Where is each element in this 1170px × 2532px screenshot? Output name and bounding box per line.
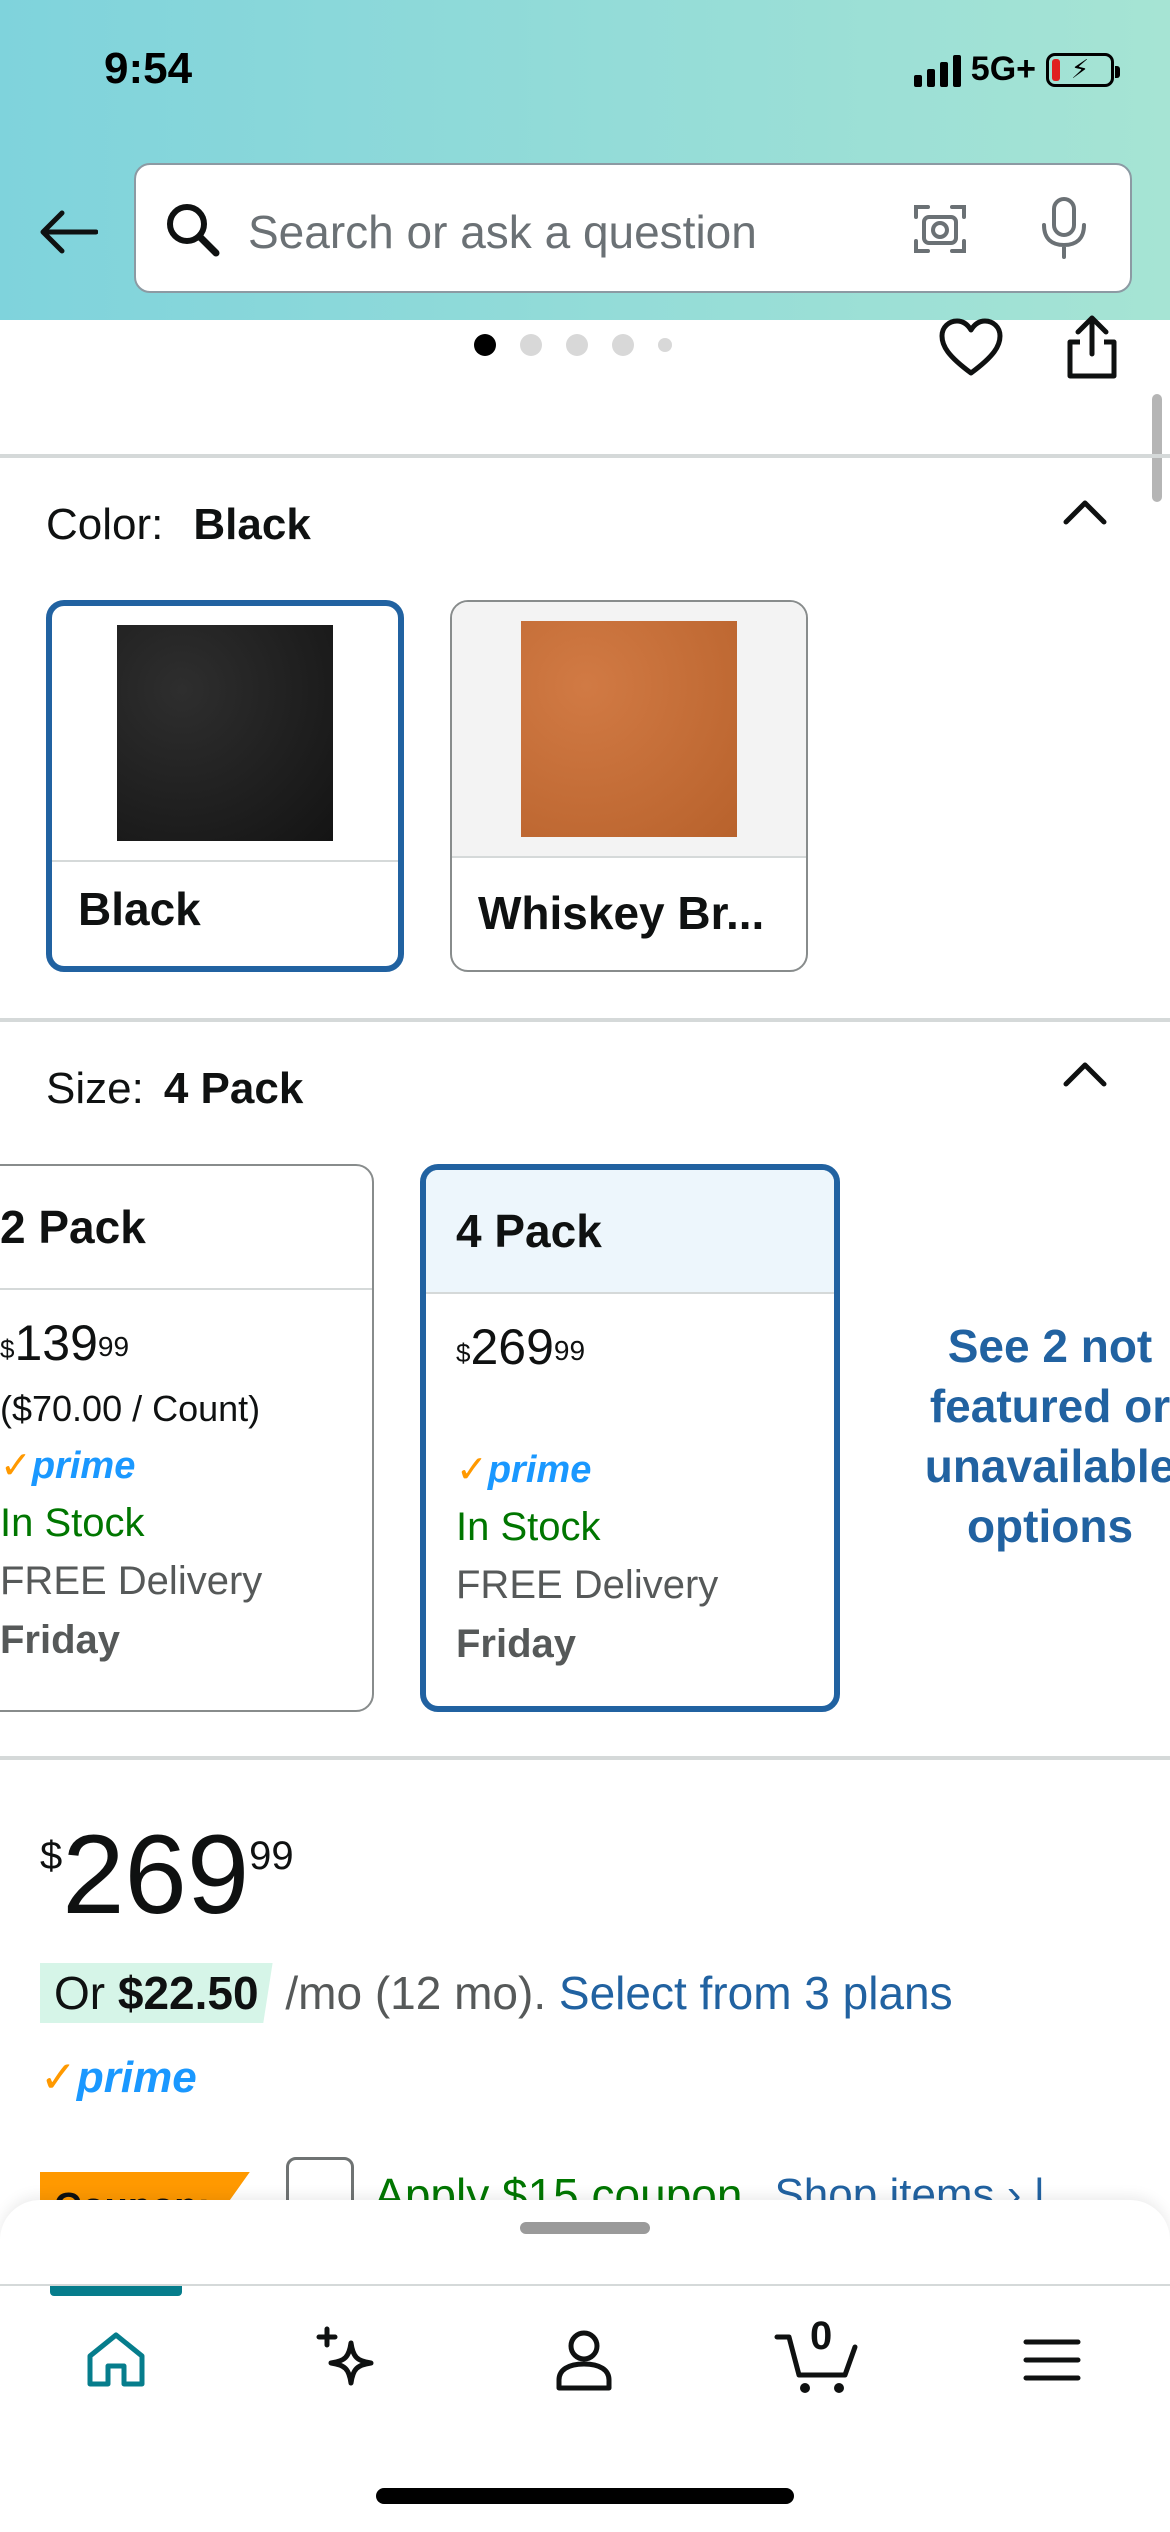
back-button[interactable] [28,192,108,272]
size-option-title: 2 Pack [0,1166,372,1290]
prime-badge: ✓prime [40,2053,197,2102]
installment-offer: Or $22.50 /mo (12 mo). Select from 3 pla… [40,1963,953,2023]
carousel-dot[interactable] [658,338,672,352]
status-time: 9:54 [104,44,193,93]
delivery-text: FREE Delivery [0,1559,263,1603]
prime-badge: ✓prime [0,1445,136,1487]
size-label: Size: 4 Pack [46,1064,304,1113]
chevron-up-icon[interactable] [1060,496,1110,526]
sparkle-icon [316,2326,374,2386]
color-option-label: Black [78,883,201,935]
chevron-up-icon[interactable] [1060,1058,1110,1088]
tab-account[interactable] [524,2320,644,2400]
divider [0,1018,1170,1022]
image-carousel-dots[interactable] [474,334,672,356]
stock-status: In Stock [456,1505,601,1549]
heart-icon[interactable] [938,318,1004,378]
carousel-dot[interactable] [566,334,588,356]
select-plans-link[interactable]: Select from 3 plans [559,1967,953,2019]
carousel-dot[interactable] [520,334,542,356]
camera-icon[interactable] [910,199,970,259]
delivery-day: Friday [0,1618,121,1662]
battery-icon: ⚡ [1046,52,1120,87]
product-price: $26999 [40,1812,294,1937]
tab-menu[interactable] [992,2320,1112,2400]
cart-count-badge: 0 [810,2314,833,2358]
signal-icon [913,53,961,87]
search-icon [167,204,220,257]
color-label: Color: Black [46,500,311,549]
search-bar[interactable]: Search or ask a question [134,163,1132,293]
back-arrow-icon [40,210,98,254]
swatch-image [452,602,806,858]
color-option-label: Whiskey Br... [478,887,765,939]
unit-price: ($70.00 / Count) [0,1388,261,1429]
divider [0,454,1170,458]
carousel-dot-active[interactable] [474,334,496,356]
active-tab-indicator [50,2286,182,2296]
swatch-image [52,606,398,862]
hamburger-menu-icon [1023,2339,1081,2381]
size-option-price: $13999 [0,1315,130,1371]
unit-price [456,1384,718,1442]
home-indicator[interactable] [376,2488,794,2504]
size-option-price: $26999 [456,1319,586,1375]
delivery-day: Friday [456,1622,577,1666]
tab-cart[interactable]: 0 [758,2314,878,2400]
size-option-title: 4 Pack [426,1170,834,1294]
search-input[interactable]: Search or ask a question [248,205,757,259]
home-icon [87,2332,145,2387]
tab-rufus[interactable] [288,2320,408,2400]
color-option-black[interactable]: Black [46,600,404,972]
share-icon[interactable] [1062,314,1122,380]
color-option-whiskey-brown[interactable]: Whiskey Br... [450,600,808,972]
mic-icon[interactable] [1034,195,1094,261]
size-option-2-pack[interactable]: 2 Pack $13999 ($70.00 / Count) ✓prime In… [0,1164,374,1712]
app-header: 9:54 5G+ ⚡ Search or ask a question [0,0,1170,320]
stock-status: In Stock [0,1501,145,1545]
person-icon [556,2330,612,2391]
installment-term: /mo (12 mo). [285,1967,547,2019]
see-more-options-link[interactable]: See 2 not featured or unavailable option… [880,1316,1170,1556]
network-type: 5G+ [970,50,1036,88]
scrollbar[interactable] [1152,394,1162,502]
delivery-text: FREE Delivery [456,1563,719,1607]
tab-home[interactable] [56,2320,176,2400]
prime-badge: ✓prime [456,1449,592,1491]
status-indicators: 5G+ ⚡ [913,50,1120,89]
sheet-drag-handle[interactable] [520,2222,650,2234]
installment-amount: Or $22.50 [40,1963,273,2023]
divider [0,1756,1170,1760]
carousel-dot[interactable] [612,334,634,356]
size-option-4-pack[interactable]: 4 Pack $26999 ✓prime In Stock FREE Deliv… [420,1164,840,1712]
